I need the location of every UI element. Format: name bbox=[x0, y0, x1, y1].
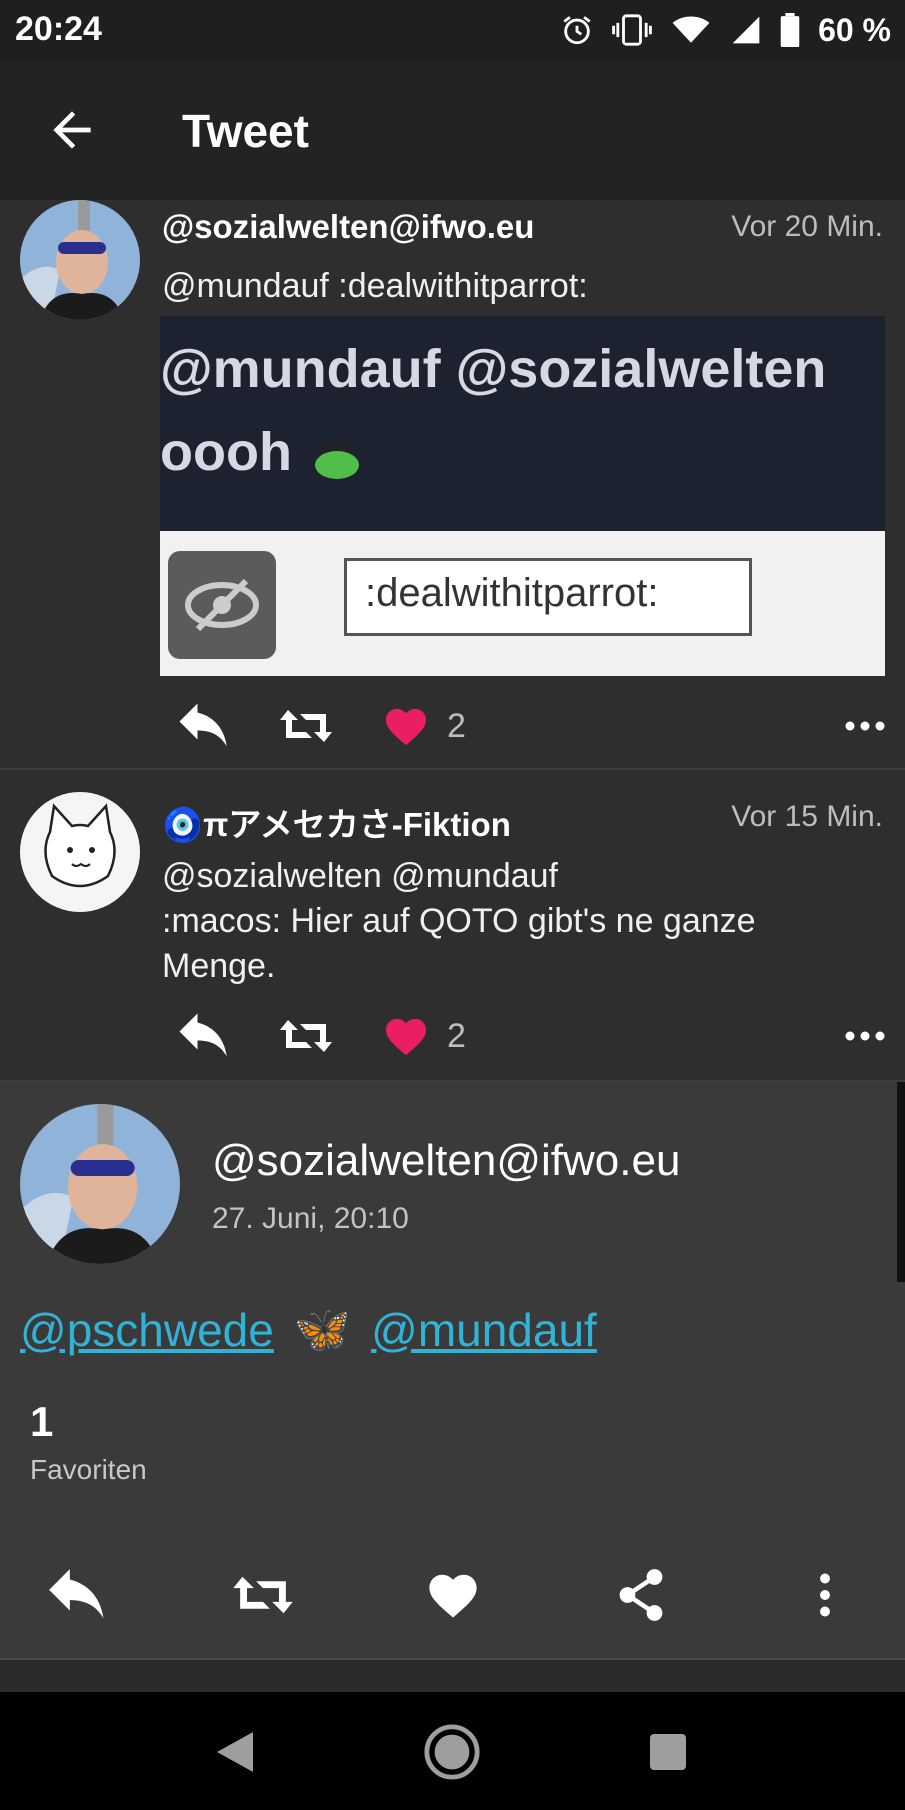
favourite-button[interactable]: 2 bbox=[383, 696, 466, 756]
avatar[interactable] bbox=[20, 792, 140, 912]
more-button[interactable] bbox=[845, 1006, 885, 1066]
status-content: @mundauf :dealwithitparrot: bbox=[162, 267, 588, 305]
timeline-status[interactable]: 🧿πアメセカさ-Fiktion Vor 15 Min. @sozialwelte… bbox=[0, 770, 905, 1082]
heart-icon bbox=[429, 1574, 477, 1618]
reply-icon bbox=[49, 1569, 104, 1619]
detail-date: 27. Juni, 20:10 bbox=[212, 1202, 409, 1235]
more-icon bbox=[845, 1031, 885, 1041]
avatar[interactable] bbox=[20, 1104, 180, 1264]
content-line: @sozialwelten @mundauf bbox=[162, 857, 558, 895]
boost-button[interactable] bbox=[278, 1006, 334, 1066]
avatar[interactable] bbox=[20, 200, 140, 320]
content-line: :macos: Hier auf QOTO gibt's ne ganze bbox=[162, 902, 756, 940]
nav-home-icon bbox=[424, 1724, 480, 1780]
reply-button[interactable] bbox=[175, 696, 229, 756]
alarm-icon bbox=[563, 16, 591, 45]
nav-recents-button[interactable] bbox=[638, 1722, 698, 1782]
share-icon bbox=[619, 1569, 663, 1621]
heart-icon bbox=[385, 708, 427, 746]
back-button[interactable] bbox=[44, 102, 100, 158]
nav-back-icon bbox=[217, 1732, 253, 1772]
status-time: Vor 15 Min. bbox=[731, 800, 883, 833]
status-handle[interactable]: 🧿πアメセカさ-Fiktion bbox=[162, 798, 511, 846]
nav-back-button[interactable] bbox=[205, 1722, 265, 1782]
timeline-gap bbox=[0, 1660, 905, 1692]
heart-icon bbox=[385, 1018, 427, 1056]
reply-button[interactable] bbox=[175, 1006, 229, 1066]
more-icon bbox=[845, 721, 885, 731]
reply-button[interactable] bbox=[40, 1560, 110, 1630]
detailed-status: @sozialwelten@ifwo.eu 27. Juni, 20:10 @p… bbox=[0, 1082, 905, 1660]
favourite-count: 2 bbox=[447, 1016, 466, 1055]
favourites-count[interactable]: 1 bbox=[30, 1398, 53, 1446]
media-text-line: oooh bbox=[160, 421, 367, 483]
status-content: @sozialwelten @mundauf :macos: Hier auf … bbox=[162, 854, 883, 989]
more-vertical-icon bbox=[820, 1573, 830, 1617]
content-line: Menge. bbox=[162, 947, 276, 985]
parrot-emoji-icon bbox=[314, 442, 359, 479]
eye-slash-icon bbox=[168, 551, 276, 659]
status-actions: 2 bbox=[175, 696, 905, 756]
favourites-label[interactable]: Favoriten bbox=[30, 1454, 147, 1486]
status-icons: 60 % bbox=[560, 8, 891, 52]
wifi-icon bbox=[672, 16, 710, 43]
nav-home-button[interactable] bbox=[422, 1722, 482, 1782]
favourite-button[interactable]: 2 bbox=[383, 1006, 466, 1066]
mention-link[interactable]: @mundauf bbox=[371, 1303, 597, 1357]
more-button[interactable] bbox=[790, 1560, 860, 1630]
detail-action-bar bbox=[0, 1550, 905, 1640]
mention-link[interactable]: @pschwede bbox=[20, 1303, 274, 1357]
boost-icon bbox=[233, 1576, 293, 1614]
status-actions: 2 bbox=[175, 1006, 905, 1066]
reply-icon bbox=[179, 703, 227, 747]
media-label: :dealwithitparrot: bbox=[344, 558, 752, 636]
timeline-status[interactable]: @sozialwelten@ifwo.eu Vor 20 Min. @munda… bbox=[0, 200, 905, 770]
system-nav-bar bbox=[0, 1692, 905, 1810]
favourite-count: 2 bbox=[447, 706, 466, 745]
media-attachment[interactable]: @mundauf @sozialwelten oooh :dealwithitp… bbox=[160, 316, 885, 676]
nav-recents-icon bbox=[650, 1734, 686, 1770]
page-title: Tweet bbox=[182, 105, 309, 157]
battery-icon bbox=[780, 13, 800, 47]
media-text-line: @mundauf @sozialwelten bbox=[160, 339, 827, 399]
butterfly-emoji: 🦋 bbox=[293, 1303, 352, 1355]
detail-content: @pschwede 🦋 @mundauf bbox=[20, 1302, 597, 1357]
vibrate-icon bbox=[612, 14, 652, 46]
status-time: Vor 20 Min. bbox=[731, 210, 883, 243]
share-button[interactable] bbox=[606, 1560, 676, 1630]
detail-handle[interactable]: @sozialwelten@ifwo.eu bbox=[212, 1136, 680, 1186]
signal-icon bbox=[732, 16, 760, 44]
app-bar: Tweet bbox=[0, 62, 905, 200]
status-handle[interactable]: @sozialwelten@ifwo.eu bbox=[162, 208, 534, 246]
back-arrow-icon bbox=[53, 111, 91, 149]
boost-button[interactable] bbox=[228, 1560, 298, 1630]
scrollbar[interactable] bbox=[897, 1082, 905, 1282]
battery-percent: 60 % bbox=[818, 11, 891, 48]
boost-icon bbox=[280, 710, 332, 742]
boost-icon bbox=[280, 1020, 332, 1052]
boost-button[interactable] bbox=[278, 696, 334, 756]
status-bar: 20:24 60 % bbox=[0, 0, 905, 62]
media-screenshot: :dealwithitparrot: bbox=[160, 531, 885, 676]
more-button[interactable] bbox=[845, 696, 885, 756]
favourite-button[interactable] bbox=[418, 1560, 488, 1630]
status-time: 20:24 bbox=[15, 10, 102, 48]
reply-icon bbox=[179, 1013, 227, 1057]
